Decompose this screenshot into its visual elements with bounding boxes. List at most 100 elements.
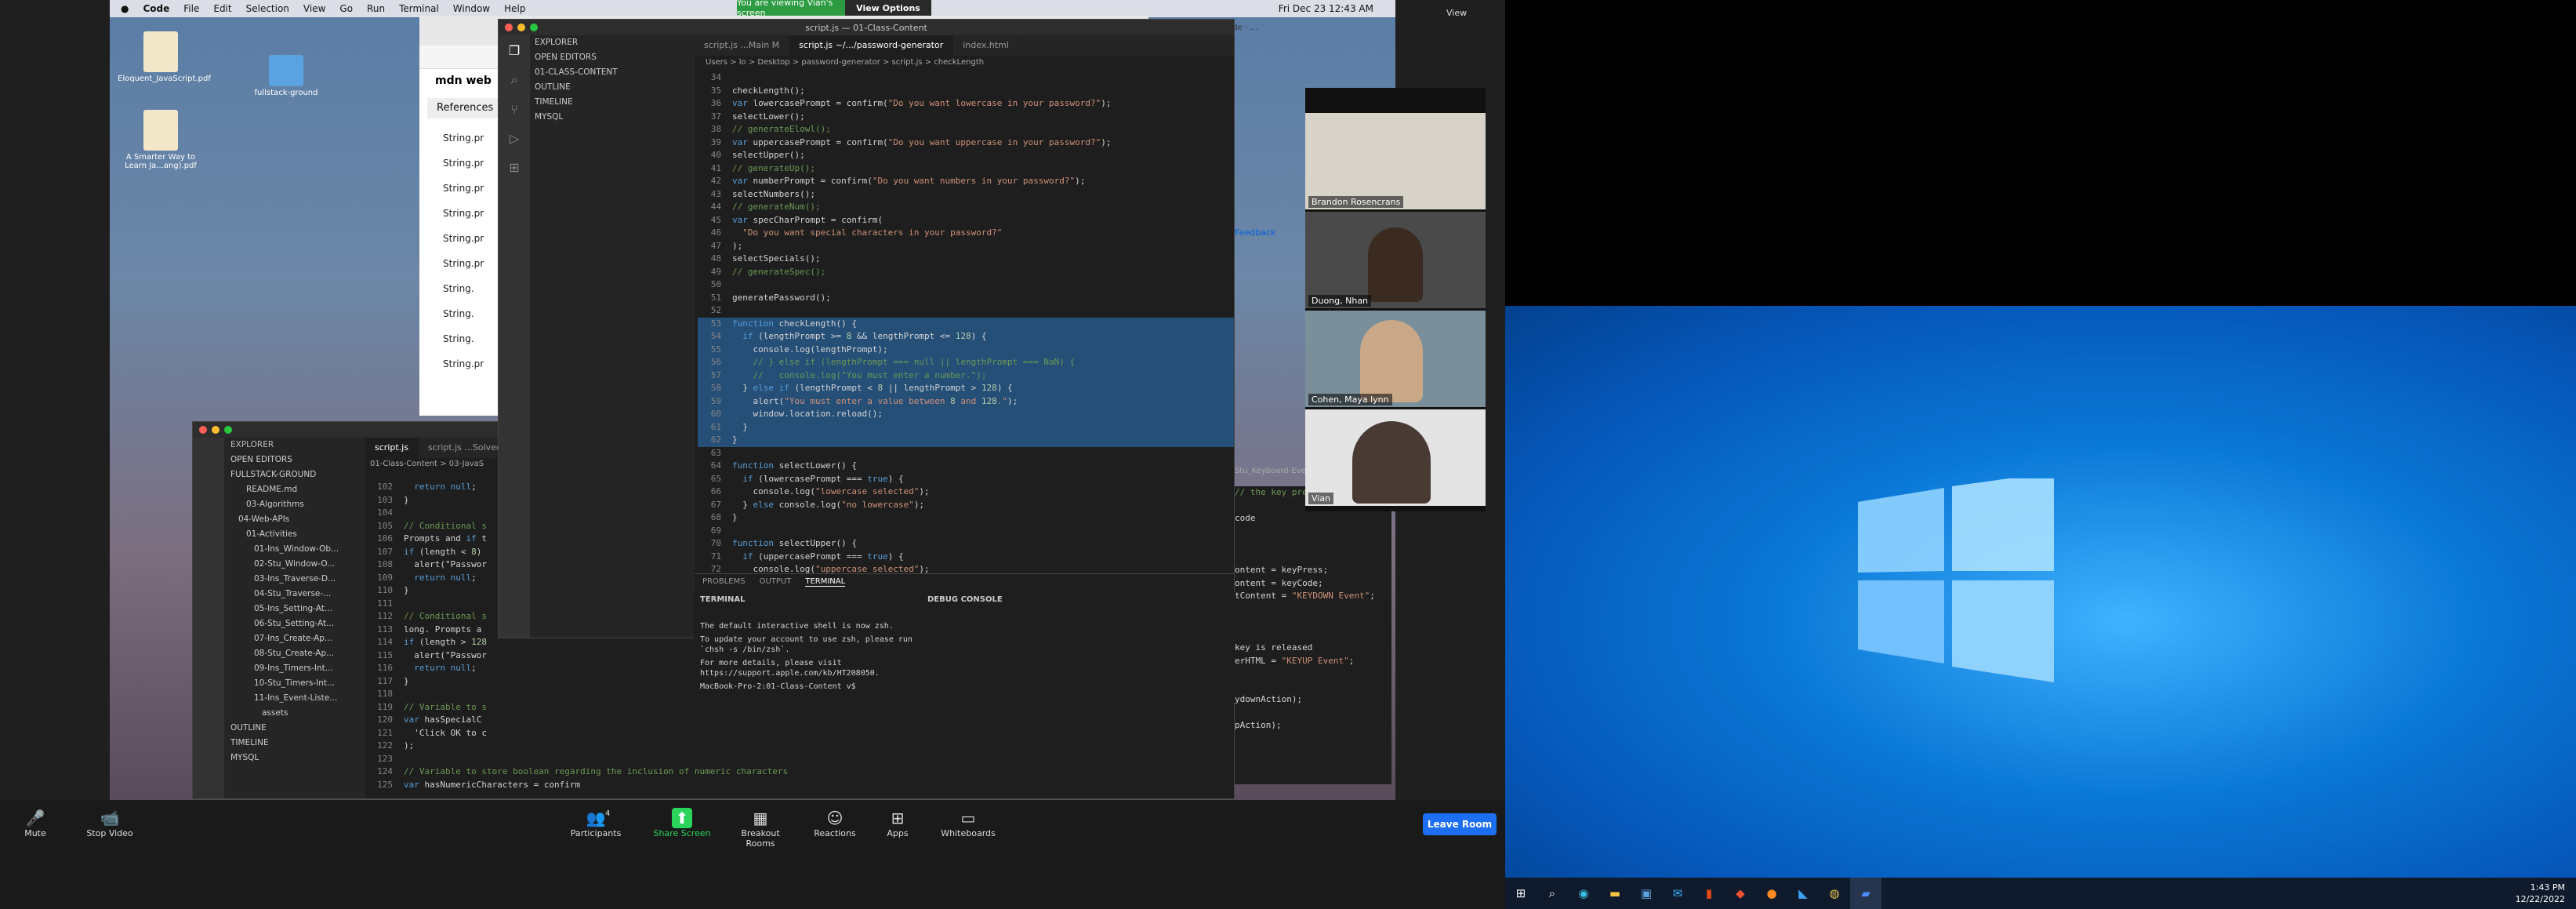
tree-item[interactable]: 03-Ins_Traverse-D... — [230, 572, 365, 587]
share-screen-button[interactable]: ⬆ Share Screen — [651, 808, 713, 838]
list-item[interactable]: String. — [443, 326, 484, 351]
video-tile[interactable]: Brandon Rosencrans — [1305, 113, 1486, 209]
participants-button[interactable]: 👥 Participants — [564, 808, 627, 838]
list-item[interactable]: String.pr — [443, 226, 484, 251]
search-icon[interactable]: ⌕ — [499, 58, 530, 88]
list-item[interactable]: String. — [443, 301, 484, 326]
code-line: ontent = keyCode; — [1235, 577, 1323, 588]
menu-window[interactable]: Window — [453, 3, 490, 14]
run-debug-icon[interactable]: ▷ — [499, 117, 530, 146]
tree-item[interactable]: 03-Algorithms — [230, 497, 365, 512]
references-tab[interactable]: References — [427, 98, 506, 118]
menu-selection[interactable]: Selection — [246, 3, 289, 14]
apps-button[interactable]: ⊞ Apps — [866, 808, 929, 838]
menu-file[interactable]: File — [183, 3, 199, 14]
list-item[interactable]: String.pr — [443, 151, 484, 176]
mysql-section[interactable]: MYSQL — [230, 751, 365, 765]
video-tile[interactable]: Cohen, Maya lynn — [1305, 311, 1486, 407]
desktop-icon-pdf2[interactable]: A Smarter Way to Learn Ja...ang).pdf — [118, 110, 204, 170]
tree-item[interactable]: 11-Ins_Event-Liste... — [230, 691, 365, 706]
menu-edit[interactable]: Edit — [213, 3, 231, 14]
menu-go[interactable]: Go — [339, 3, 353, 14]
tree-item[interactable]: 05-Ins_Setting-At... — [230, 602, 365, 616]
explorer-title: EXPLORER — [230, 440, 274, 449]
editor-tab[interactable]: script.js ...Main M — [695, 35, 790, 56]
tree-item[interactable]: 08-Stu_Create-Ap... — [230, 646, 365, 661]
terminal-output[interactable]: The default interactive shell is now zsh… — [694, 607, 921, 692]
git-icon[interactable]: ◆ — [1725, 878, 1756, 909]
leave-room-button[interactable]: Leave Room — [1423, 813, 1497, 835]
extensions-icon[interactable]: ⊞ — [499, 146, 530, 175]
menu-app[interactable]: Code — [143, 3, 169, 14]
tree-item[interactable]: 01-CLASS-CONTENT — [535, 65, 695, 80]
mute-button[interactable]: 🎤 Mute — [4, 808, 67, 838]
menu-terminal[interactable]: Terminal — [399, 3, 439, 14]
list-item[interactable]: String. — [443, 276, 484, 301]
list-item[interactable]: String.pr — [443, 351, 484, 376]
file-explorer-icon[interactable]: ▬ — [1599, 878, 1631, 909]
breakout-rooms-button[interactable]: ▦ Breakout Rooms — [729, 808, 792, 849]
view-options-button[interactable]: View Options — [845, 0, 931, 16]
list-item[interactable]: String.pr — [443, 201, 484, 226]
list-item[interactable]: String.pr — [443, 251, 484, 276]
open-editors[interactable]: OPEN EDITORS — [230, 453, 365, 467]
office-icon[interactable]: ▮ — [1693, 878, 1725, 909]
tree-item[interactable]: 04-Stu_Traverse-... — [230, 587, 365, 602]
whiteboards-button[interactable]: ▭ Whiteboards — [937, 808, 1000, 838]
mysql-section[interactable]: MYSQL — [535, 110, 695, 125]
tree-item[interactable]: 10-Stu_Timers-Int... — [230, 676, 365, 691]
start-icon[interactable]: ⊞ — [1505, 878, 1537, 909]
terminal-tab[interactable]: TERMINAL — [805, 577, 846, 587]
tree-item[interactable]: 02-Stu_Window-O... — [230, 557, 365, 572]
list-item[interactable]: String.pr — [443, 125, 484, 151]
chrome-icon[interactable]: ◍ — [1819, 878, 1850, 909]
video-tile[interactable]: Duong, Nhan — [1305, 212, 1486, 308]
stop-video-button[interactable]: 📹 Stop Video — [78, 808, 141, 838]
folder-root[interactable]: FULLSTACK-GROUND — [230, 467, 365, 482]
output-tab[interactable]: OUTPUT — [760, 577, 792, 587]
reactions-button[interactable]: ☺ Reactions — [804, 808, 866, 838]
files-icon[interactable]: ❐ — [499, 35, 530, 58]
outline-section[interactable]: OUTLINE — [230, 721, 365, 736]
open-editors[interactable]: OPEN EDITORS — [535, 50, 695, 65]
tree-item[interactable]: assets — [230, 706, 365, 721]
tree-item[interactable]: README.md — [230, 482, 365, 497]
store-icon[interactable]: ▣ — [1631, 878, 1662, 909]
zoom-icon[interactable]: ▰ — [1850, 878, 1881, 909]
search-icon[interactable]: ⌕ — [1537, 878, 1568, 909]
menu-help[interactable]: Help — [504, 3, 525, 14]
video-tile[interactable]: Vian — [1305, 409, 1486, 506]
terminal-area: TERMINAL DEBUG CONSOLE The default inter… — [694, 592, 1235, 702]
tree-item[interactable]: 04-Web-APIs — [230, 512, 365, 527]
desktop-icon-folder[interactable]: fullstack-ground — [243, 55, 329, 97]
editor-tab[interactable]: script.js — [365, 438, 419, 458]
desktop-icon-pdf[interactable]: Eloquent_JavaScript.pdf — [118, 31, 211, 83]
tree-item[interactable]: 07-Ins_Create-Ap... — [230, 631, 365, 646]
apple-icon[interactable]: ● — [121, 3, 129, 14]
code-line: 48 selectSpecials(); — [710, 253, 821, 264]
feedback-link[interactable]: Feedback — [1235, 227, 1275, 238]
timeline-section[interactable]: TIMELINE — [230, 736, 365, 751]
mail-icon[interactable]: ✉ — [1662, 878, 1693, 909]
tree-item[interactable]: 01-Activities — [230, 527, 365, 542]
outline-section[interactable]: OUTLINE — [535, 80, 695, 95]
view-button[interactable]: View — [1446, 8, 1467, 18]
list-item[interactable]: String.pr — [443, 176, 484, 201]
timeline-section[interactable]: TIMELINE — [535, 95, 695, 110]
tree-item[interactable]: 06-Stu_Setting-At... — [230, 616, 365, 631]
mdn-logo[interactable]: mdn web — [435, 75, 492, 87]
menu-run[interactable]: Run — [367, 3, 385, 14]
edge-icon[interactable]: ◉ — [1568, 878, 1599, 909]
editor-tab[interactable]: index.html — [953, 35, 1019, 56]
menu-view[interactable]: View — [303, 3, 325, 14]
code-editor[interactable]: 34 35 checkLength(); 36 var lowercasePrompt … — [698, 71, 1234, 573]
tree-item[interactable]: 01-Ins_Window-Ob... — [230, 542, 365, 557]
tree-item[interactable]: 09-Ins_Timers-Int... — [230, 661, 365, 676]
vscode-icon[interactable]: ◣ — [1787, 878, 1819, 909]
problems-tab[interactable]: PROBLEMS — [702, 577, 746, 587]
source-control-icon[interactable]: ⑂ — [499, 88, 530, 117]
firefox-icon[interactable]: ● — [1756, 878, 1787, 909]
editor-tab-active[interactable]: script.js ~/.../password-generator — [789, 35, 954, 56]
